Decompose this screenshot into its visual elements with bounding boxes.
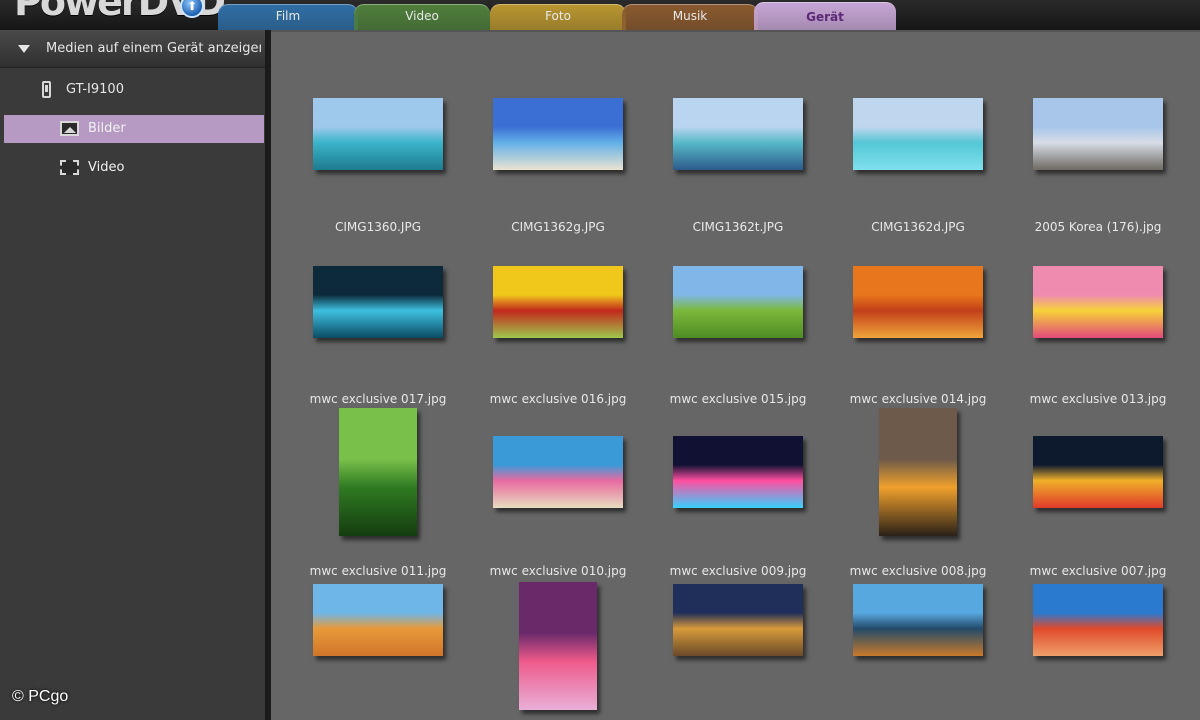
thumbnail-caption: mwc exclusive 016.jpg (489, 392, 627, 406)
thumbnail-caption: mwc exclusive 010.jpg (489, 564, 627, 578)
photo-thumbnail[interactable] (673, 584, 803, 656)
thumbnail-item[interactable]: mwc exclusive 014.jpg (850, 264, 1013, 424)
thumbnail-caption: mwc exclusive 013.jpg (1029, 392, 1167, 406)
tab-foto[interactable]: Foto (490, 4, 626, 30)
thumbnail-caption: mwc exclusive 015.jpg (669, 392, 807, 406)
thumbnail-item[interactable] (1033, 582, 1193, 720)
thumbnail-caption: CIMG1362g.JPG (511, 220, 605, 234)
photo-thumbnail[interactable] (673, 266, 803, 338)
thumbnail-item[interactable] (853, 582, 1013, 720)
top-bar: PowerDVD ⬆ Film Video Foto Musik Gerät (0, 0, 1200, 30)
photo-thumbnail[interactable] (519, 582, 597, 710)
thumbnail-item[interactable]: mwc exclusive 010.jpg (490, 408, 653, 578)
tab-musik[interactable]: Musik (622, 4, 758, 30)
device-name: GT-I9100 (66, 82, 124, 97)
thumbnail-item[interactable] (493, 582, 653, 720)
photo-thumbnail[interactable] (853, 584, 983, 656)
thumbnail-item[interactable]: CIMG1362t.JPG (673, 94, 833, 254)
thumbnail-caption: mwc exclusive 014.jpg (849, 392, 987, 406)
phone-icon (42, 81, 51, 98)
thumbnail-item[interactable]: 2005 Korea (176).jpg (1033, 94, 1193, 254)
photo-thumbnail[interactable] (853, 266, 983, 338)
sidebar-header-label: Medien auf einem Gerät anzeigen (46, 41, 261, 56)
thumbnail-item[interactable]: CIMG1360.JPG (313, 94, 473, 254)
thumbnail-item[interactable]: mwc exclusive 015.jpg (670, 264, 833, 424)
photo-thumbnail[interactable] (493, 436, 623, 508)
thumbnail-caption: mwc exclusive 011.jpg (309, 564, 447, 578)
photo-thumbnail[interactable] (313, 266, 443, 338)
thumbnail-item[interactable]: mwc exclusive 016.jpg (490, 264, 653, 424)
photo-thumbnail[interactable] (673, 98, 803, 170)
photo-thumbnail[interactable] (313, 98, 443, 170)
photo-thumbnail[interactable] (1033, 436, 1163, 508)
thumbnail-caption: CIMG1362t.JPG (692, 220, 784, 234)
watermark: © PCgo (12, 688, 69, 705)
picture-icon (60, 121, 79, 136)
photo-thumbnail[interactable] (1033, 98, 1163, 170)
thumbnail-item[interactable] (673, 582, 833, 720)
thumbnail-item[interactable]: CIMG1362g.JPG (493, 94, 653, 254)
photo-thumbnail[interactable] (493, 266, 623, 338)
photo-thumbnail[interactable] (1033, 584, 1163, 656)
thumbnail-item[interactable]: mwc exclusive 009.jpg (670, 408, 833, 578)
sidebar-item-label: Bilder (88, 121, 126, 136)
thumbnail-grid: CIMG1360.JPG CIMG1362g.JPG CIMG1362t.JPG CI… (271, 30, 1200, 720)
collapse-arrow-icon[interactable] (18, 45, 30, 53)
thumbnail-item[interactable]: CIMG1362d.JPG (853, 94, 1013, 254)
thumbnail-caption: CIMG1362d.JPG (871, 220, 965, 234)
tab-geraet[interactable]: Gerät (754, 2, 896, 30)
thumbnail-caption: CIMG1360.JPG (335, 220, 421, 234)
thumbnail-caption: mwc exclusive 007.jpg (1029, 564, 1167, 578)
tab-video[interactable]: Video (354, 4, 490, 30)
thumbnail-item[interactable] (313, 582, 473, 720)
sidebar-item-bilder[interactable]: Bilder (4, 115, 264, 143)
photo-thumbnail[interactable] (313, 584, 443, 656)
thumbnail-item[interactable]: mwc exclusive 017.jpg (310, 264, 473, 424)
thumbnail-item[interactable]: mwc exclusive 011.jpg (310, 408, 473, 578)
thumbnail-item[interactable]: mwc exclusive 008.jpg (850, 408, 1013, 578)
photo-thumbnail[interactable] (673, 436, 803, 508)
film-icon (60, 160, 79, 175)
thumbnail-item[interactable]: mwc exclusive 007.jpg (1030, 408, 1193, 578)
sidebar-item-video[interactable]: Video (4, 154, 264, 182)
photo-thumbnail[interactable] (879, 408, 957, 536)
thumbnail-caption: 2005 Korea (176).jpg (1034, 220, 1162, 234)
photo-thumbnail[interactable] (1033, 266, 1163, 338)
tab-film[interactable]: Film (218, 4, 358, 30)
sidebar: Medien auf einem Gerät anzeigen GT-I9100… (0, 30, 268, 720)
photo-thumbnail[interactable] (339, 408, 417, 536)
thumbnail-item[interactable]: mwc exclusive 013.jpg (1030, 264, 1193, 424)
thumbnail-caption: mwc exclusive 008.jpg (849, 564, 987, 578)
device-entry[interactable]: GT-I9100 (0, 74, 265, 106)
thumbnail-caption: mwc exclusive 017.jpg (309, 392, 447, 406)
thumbnail-caption: mwc exclusive 009.jpg (669, 564, 807, 578)
sidebar-item-label: Video (88, 160, 125, 175)
sidebar-header[interactable]: Medien auf einem Gerät anzeigen (0, 30, 265, 68)
photo-thumbnail[interactable] (493, 98, 623, 170)
photo-thumbnail[interactable] (853, 98, 983, 170)
